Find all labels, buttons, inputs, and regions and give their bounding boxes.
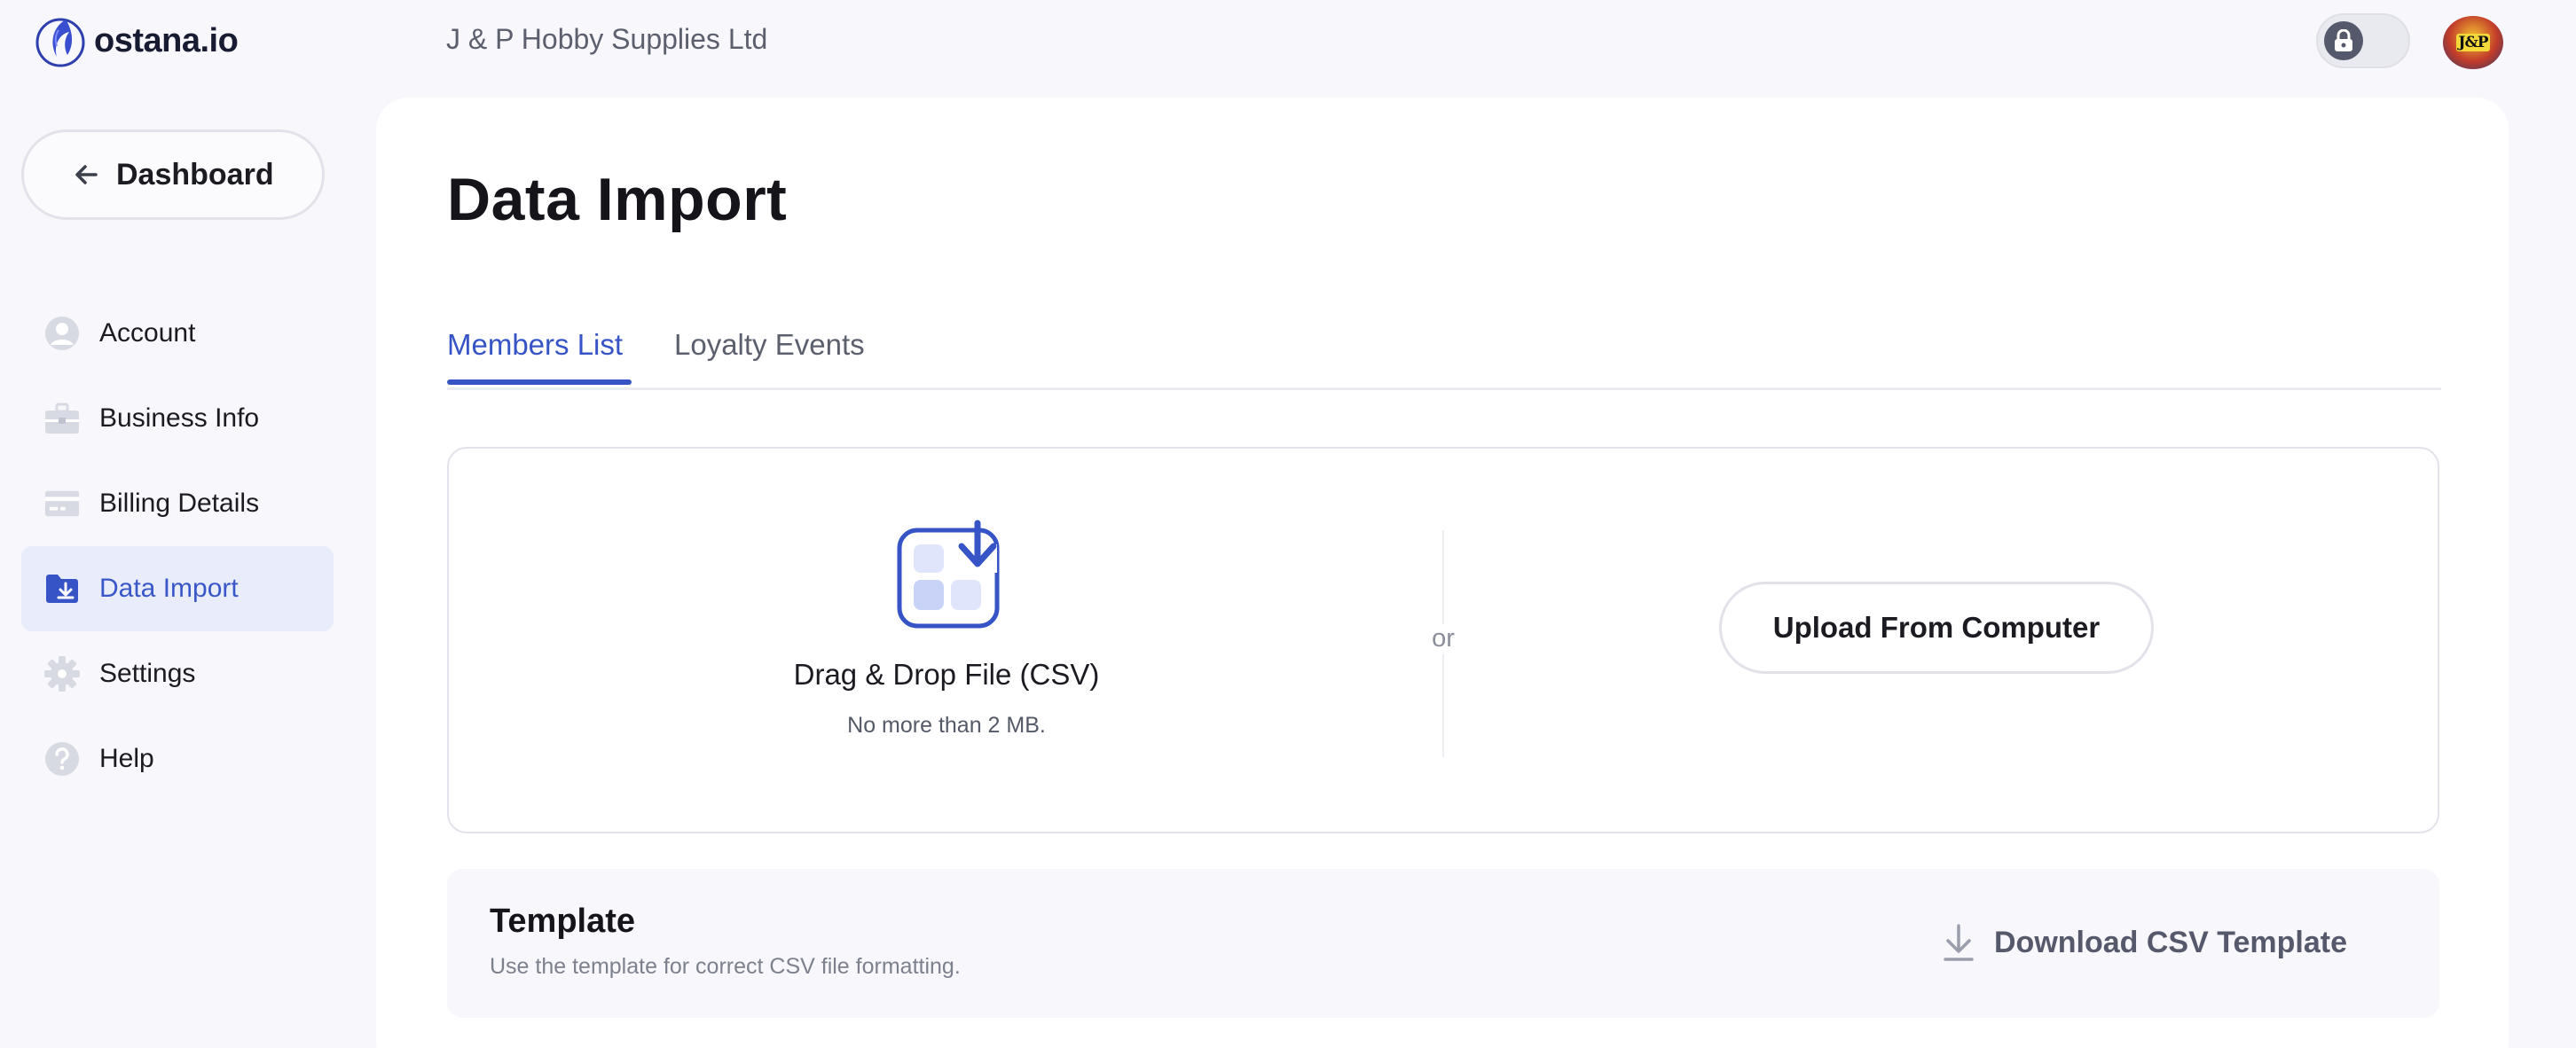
template-description: Use the template for correct CSV file fo… — [490, 954, 961, 979]
tab-label: Members List — [447, 328, 624, 361]
upload-from-computer-button[interactable]: Upload From Computer — [1719, 582, 2154, 674]
file-import-icon — [897, 520, 1000, 629]
download-label: Download CSV Template — [1994, 925, 2347, 959]
main-content: Data Import Members List Loyalty Events … — [376, 98, 2509, 1048]
sidebar-nav: Account Business Info Billing Details Da… — [21, 291, 334, 802]
sidebar-item-account[interactable]: Account — [21, 291, 334, 376]
lock-icon — [2324, 21, 2363, 60]
template-section: Template Use the template for correct CS… — [447, 869, 2439, 1018]
organization-name: J & P Hobby Supplies Ltd — [446, 23, 768, 55]
drop-size-limit: No more than 2 MB. — [847, 713, 1046, 738]
credit-card-icon — [44, 486, 80, 521]
gear-icon — [44, 656, 80, 692]
tab-label: Loyalty Events — [674, 328, 865, 361]
arrow-left-icon — [68, 157, 104, 192]
folder-import-icon — [44, 571, 80, 606]
dashboard-label: Dashboard — [116, 157, 274, 192]
template-title: Template — [490, 903, 636, 940]
avatar[interactable]: J&P — [2443, 16, 2503, 69]
sidebar-item-label: Data Import — [99, 574, 239, 603]
sidebar-item-data-import[interactable]: Data Import — [21, 546, 334, 631]
sidebar-item-help[interactable]: Help — [21, 716, 334, 802]
help-icon — [44, 741, 80, 777]
user-icon — [44, 316, 80, 351]
logo[interactable]: ostana.io — [34, 12, 239, 69]
tab-members-list[interactable]: Members List — [447, 328, 632, 385]
sidebar-item-label: Settings — [99, 659, 196, 688]
file-upload-area: Drag & Drop File (CSV) No more than 2 MB… — [447, 447, 2439, 833]
sidebar-item-label: Billing Details — [99, 489, 260, 518]
ostana-logo-icon — [35, 18, 85, 67]
sidebar: Dashboard Account Business Info Billing … — [0, 83, 355, 1048]
top-bar: ostana.io J & P Hobby Supplies Ltd J&P — [0, 0, 2576, 83]
sidebar-item-settings[interactable]: Settings — [21, 631, 334, 716]
briefcase-icon — [44, 401, 80, 436]
page-title: Data Import — [447, 166, 788, 233]
sidebar-item-label: Account — [99, 318, 196, 348]
drag-drop-zone[interactable]: Drag & Drop File (CSV) No more than 2 MB… — [449, 449, 1444, 832]
lock-toggle[interactable] — [2316, 13, 2410, 68]
sidebar-item-label: Business Info — [99, 403, 260, 433]
or-separator: or — [1425, 624, 1461, 653]
download-icon — [1944, 924, 1974, 961]
drop-title: Drag & Drop File (CSV) — [793, 658, 1100, 691]
download-csv-template-button[interactable]: Download CSV Template — [1941, 922, 2347, 963]
sidebar-item-label: Help — [99, 744, 154, 773]
tab-bar: Members List Loyalty Events — [447, 328, 2441, 390]
dashboard-back-button[interactable]: Dashboard — [21, 129, 325, 220]
sidebar-item-billing-details[interactable]: Billing Details — [21, 461, 334, 546]
sidebar-item-business-info[interactable]: Business Info — [21, 376, 334, 461]
logo-text: ostana.io — [94, 21, 239, 59]
avatar-text: J&P — [2456, 34, 2490, 51]
active-tab-indicator — [447, 379, 632, 385]
tab-loyalty-events[interactable]: Loyalty Events — [674, 328, 865, 379]
